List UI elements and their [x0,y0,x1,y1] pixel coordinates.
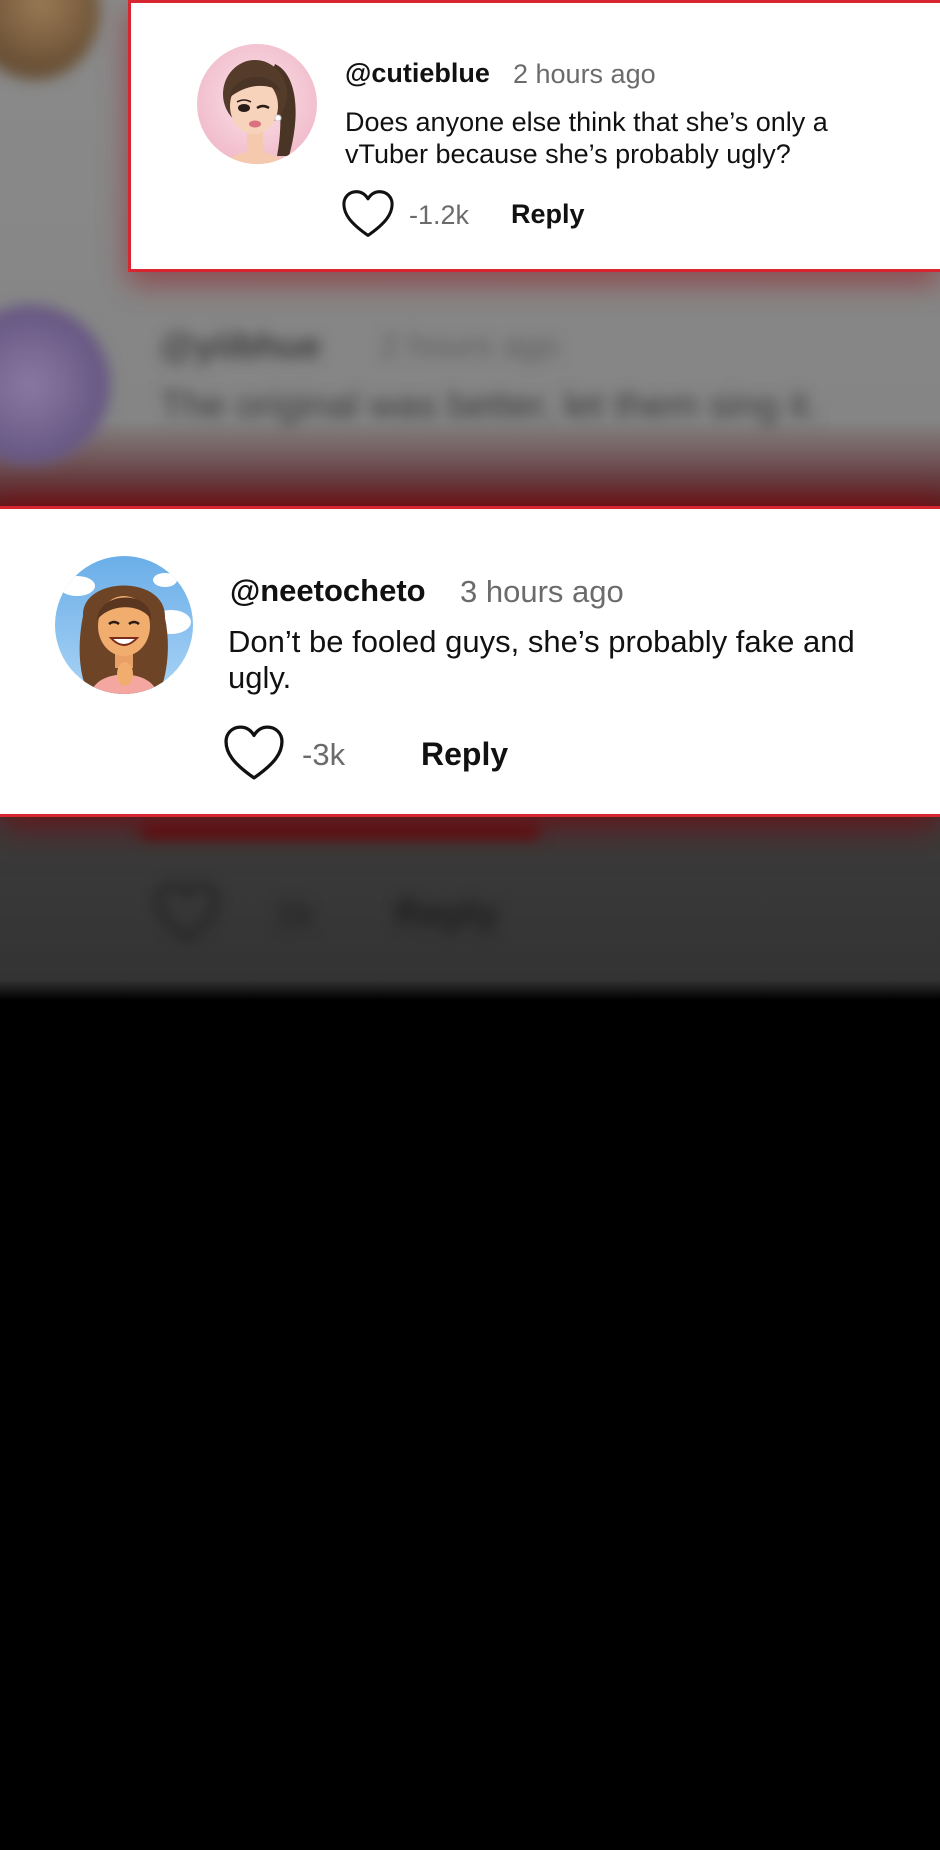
comment-timestamp: 2 hours ago [513,59,656,89]
blurred-avatar [0,305,110,465]
blurred-avatar [0,0,100,80]
comment-timestamp: 3 hours ago [460,574,624,609]
like-count: -3k [302,737,346,772]
comment-text: Don’t be fooled guys, she’s probably fak… [228,624,855,696]
heart-icon[interactable] [222,724,286,782]
blurred-reply: Reply [395,893,499,935]
comment-card: @cutieblue 2 hours ago Does anyone else … [128,0,940,272]
like-count: -1.2k [409,200,470,230]
cartoon-girl-ponytail-avatar-icon [197,44,317,164]
reply-button[interactable]: Reply [421,736,508,773]
avatar[interactable] [197,44,317,164]
comment-username[interactable]: @neetocheto [230,573,426,609]
comment-card: @neetocheto 3 hours ago Don’t be fooled … [0,506,940,817]
heart-icon[interactable] [341,189,395,239]
blurred-heart-icon [156,883,218,941]
blurred-timestamp: 2 hours ago [380,327,560,365]
blurred-comment-text: The original was better, let them sing i… [160,385,819,427]
reply-button[interactable]: Reply [511,199,585,230]
blurred-highlight-line [140,825,540,839]
cartoon-girl-long-hair-avatar-icon [55,556,193,694]
comment-username[interactable]: @cutieblue [345,58,490,89]
comment-text: Does anyone else think that she’s only a… [345,107,828,169]
blurred-like-count: 1k [275,893,314,934]
avatar[interactable] [55,556,193,694]
blurred-username: @yiibhue [160,325,322,366]
